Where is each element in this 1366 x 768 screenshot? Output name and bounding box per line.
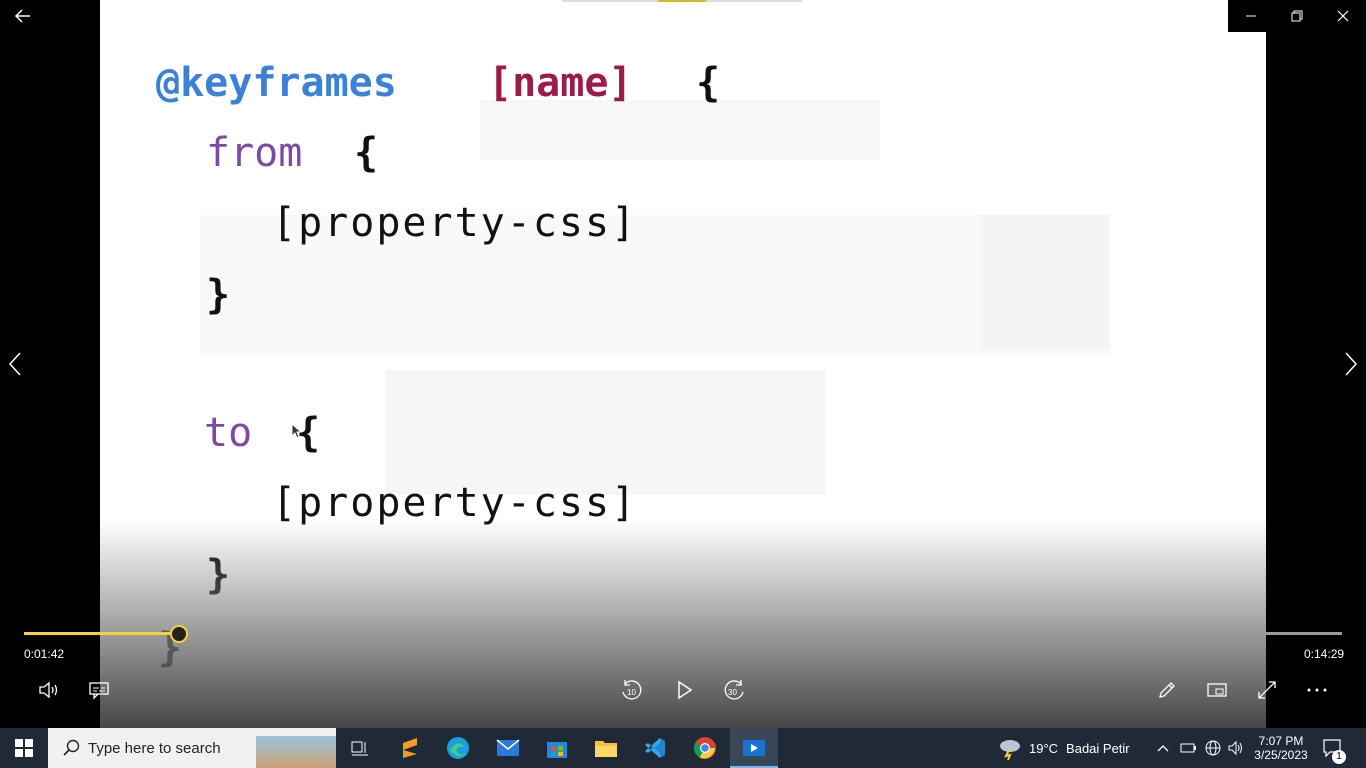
ghost-shape [980, 215, 1110, 350]
code-name: [name] [488, 60, 633, 106]
sublime-text-icon [403, 738, 417, 758]
code-brace: { [354, 130, 379, 176]
tray-overflow[interactable] [1156, 728, 1170, 768]
chevron-right-icon [1345, 352, 1358, 376]
taskbar-app-explorer[interactable] [582, 728, 630, 768]
mouse-cursor-icon [291, 423, 303, 439]
restore-button[interactable] [1274, 0, 1320, 32]
more-icon [1307, 688, 1327, 692]
rewind-10-button[interactable]: 10 [618, 676, 646, 704]
speaker-icon [1228, 740, 1242, 756]
subtitles-icon [89, 682, 109, 700]
minimize-button[interactable] [1228, 0, 1274, 32]
volume-button[interactable] [35, 676, 63, 704]
next-button[interactable] [1336, 344, 1366, 384]
taskbar-app-chrome[interactable] [681, 728, 729, 768]
tray-notifications[interactable]: 1 [1322, 728, 1346, 768]
seek-track[interactable] [24, 632, 1342, 635]
mail-icon [496, 739, 520, 756]
forward-30-button[interactable]: 30 [720, 676, 748, 704]
rewind-10-icon: 10 [622, 680, 642, 700]
taskbar-app-sublime[interactable] [386, 728, 434, 768]
forward-30-label: 30 [728, 688, 737, 697]
windows-start-icon [15, 739, 33, 757]
volume-icon [39, 681, 58, 699]
battery-icon [1180, 743, 1196, 753]
current-time: 0:01:42 [24, 647, 65, 661]
taskbar-app-store[interactable] [533, 728, 581, 768]
chevron-up-icon [1157, 745, 1169, 752]
tray-volume[interactable] [1227, 728, 1245, 768]
tray-clock[interactable]: 7:07 PM 3/25/2023 [1252, 728, 1310, 768]
edit-button[interactable] [1153, 676, 1181, 704]
search-icon [63, 739, 80, 756]
play-icon [678, 680, 693, 700]
tray-battery[interactable] [1180, 728, 1198, 768]
back-arrow-icon [15, 9, 30, 23]
mini-view-button[interactable] [1203, 676, 1231, 704]
clock-time: 7:07 PM [1258, 734, 1304, 748]
taskbar-app-movies[interactable] [730, 728, 778, 768]
store-icon [547, 742, 567, 758]
clock-date: 3/25/2023 [1254, 748, 1308, 762]
subtitles-button[interactable] [85, 676, 113, 704]
task-view-button[interactable] [336, 728, 384, 768]
code-to: to [204, 410, 253, 456]
more-button[interactable] [1303, 676, 1331, 704]
network-icon [1205, 740, 1221, 756]
rewind-10-label: 10 [627, 688, 636, 697]
ghost-shape [385, 370, 825, 495]
minimize-icon [1246, 15, 1256, 17]
mini-view-icon [1207, 683, 1227, 697]
restore-icon [1291, 10, 1303, 22]
window-controls [1228, 0, 1366, 32]
close-button[interactable] [1320, 0, 1366, 32]
task-view-icon [351, 741, 368, 756]
top-line-accent [658, 0, 706, 2]
code-brace: { [696, 60, 721, 106]
movies-tv-icon [743, 740, 765, 756]
close-icon [1337, 10, 1349, 22]
forward-30-icon: 30 [724, 680, 744, 700]
taskbar-app-vscode[interactable] [631, 728, 679, 768]
chrome-icon [694, 737, 716, 759]
weather-icon [1000, 740, 1020, 760]
code-property: [property-css] [272, 200, 638, 246]
taskbar-search[interactable]: Type here to search [48, 728, 336, 768]
chevron-left-icon [8, 352, 21, 376]
pen-icon [1159, 682, 1175, 698]
search-placeholder: Type here to search [88, 739, 221, 757]
weather-widget[interactable]: 19°C Badai Petir [997, 728, 1130, 768]
fullscreen-icon [1258, 681, 1276, 699]
edge-icon [447, 737, 469, 759]
tray-network[interactable] [1204, 728, 1222, 768]
total-time: 0:14:29 [1304, 647, 1345, 661]
seek-thumb[interactable] [170, 625, 188, 643]
vscode-icon [645, 738, 665, 758]
code-from: from [206, 130, 303, 176]
previous-button[interactable] [0, 344, 30, 384]
taskbar-app-edge[interactable] [434, 728, 482, 768]
search-highlight-image [256, 736, 336, 768]
weather-text: Badai Petir [1066, 740, 1130, 756]
notification-count: 1 [1332, 750, 1346, 764]
seek-progress [24, 632, 179, 635]
ghost-shape [480, 100, 880, 160]
play-button[interactable] [670, 676, 698, 704]
fullscreen-button[interactable] [1253, 676, 1281, 704]
start-button[interactable] [0, 728, 48, 768]
taskbar-app-mail[interactable] [484, 728, 532, 768]
weather-temp: 19°C [1029, 740, 1059, 756]
back-button[interactable] [0, 0, 46, 32]
code-keyframes: @keyframes [156, 60, 397, 106]
file-explorer-icon [595, 741, 617, 757]
code-brace: } [206, 272, 231, 318]
